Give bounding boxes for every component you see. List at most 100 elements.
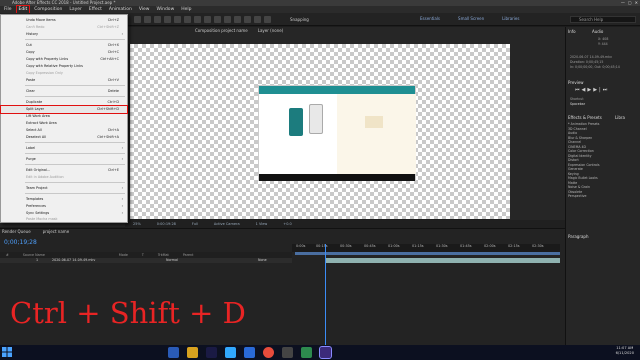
- menu-item-templates[interactable]: Templates ›: [1, 196, 127, 203]
- text-tool-icon[interactable]: [214, 16, 221, 23]
- workspace-small-screen[interactable]: Small Screen: [458, 16, 484, 21]
- menu-item-label: Paste Mocha mask: [26, 217, 58, 221]
- hand-tool-icon[interactable]: [144, 16, 151, 23]
- layer-index: 1: [36, 258, 39, 262]
- tab-render-queue[interactable]: Render Queue: [2, 229, 31, 234]
- exposure-value[interactable]: +0.0: [283, 222, 292, 226]
- menu-item-label-submenu[interactable]: Label ›: [1, 145, 127, 152]
- menu-item-undo[interactable]: Undo Move Items Ctrl+Z: [1, 17, 127, 24]
- app-icon[interactable]: [301, 347, 312, 358]
- camera-tool-icon[interactable]: [174, 16, 181, 23]
- tab-info[interactable]: Info: [568, 29, 576, 34]
- workspace-essentials[interactable]: Essentials: [420, 16, 440, 21]
- menu-item-edit-in-audition[interactable]: Edit in Adobe Audition: [1, 174, 127, 181]
- submenu-arrow-icon: ›: [121, 32, 123, 36]
- pen-tool-icon[interactable]: [204, 16, 211, 23]
- menu-window[interactable]: Window: [155, 6, 177, 13]
- workspace-libraries[interactable]: Libraries: [502, 16, 519, 21]
- file-explorer-icon[interactable]: [187, 347, 198, 358]
- selection-tool-icon[interactable]: [134, 16, 141, 23]
- menu-item-redo[interactable]: Can't Redo Ctrl+Shift+Z: [1, 24, 127, 31]
- system-clock[interactable]: 11:07 AM 6/11/2020: [616, 346, 634, 356]
- menu-item-duplicate[interactable]: Duplicate Ctrl+D: [1, 99, 127, 106]
- media-icon[interactable]: [282, 347, 293, 358]
- menu-item-split-layer[interactable]: Split Layer Ctrl+Shift+D: [0, 105, 128, 114]
- layer-row[interactable]: 1 2020-06-07 14-09-49.mkv Normal None: [0, 258, 292, 263]
- menu-item-copy-property-links[interactable]: Copy with Property Links Ctrl+Alt+C: [1, 56, 127, 63]
- layer-parent[interactable]: None: [258, 258, 267, 263]
- menu-file[interactable]: File: [2, 6, 14, 13]
- ie-icon[interactable]: [168, 347, 179, 358]
- website-card: [365, 116, 383, 128]
- tab-composition[interactable]: Composition project name: [195, 27, 248, 35]
- viewer-timecode[interactable]: 0:00:19:28: [157, 222, 176, 226]
- menu-item-copy[interactable]: Copy Ctrl+C: [1, 49, 127, 56]
- camera-select[interactable]: Active Camera: [214, 222, 240, 226]
- current-time-indicator[interactable]: [325, 244, 326, 352]
- menu-item-paste[interactable]: Paste Ctrl+V: [1, 77, 127, 84]
- menu-item-select-all[interactable]: Select All Ctrl+A: [1, 127, 127, 134]
- puppet-tool-icon[interactable]: [264, 16, 271, 23]
- menu-item-edit-original[interactable]: Edit Original... Ctrl+E: [1, 167, 127, 174]
- ruler-tick: 01:15s: [412, 244, 424, 248]
- workspace-tabs: Essentials Small Screen Libraries: [420, 16, 519, 21]
- layer-duration-bar[interactable]: [325, 258, 560, 263]
- menu-item-deselect-all[interactable]: Deselect All Ctrl+Shift+A: [1, 134, 127, 141]
- menu-item-label: Purge: [26, 157, 36, 161]
- menu-item-copy-relative-links[interactable]: Copy with Relative Property Links: [1, 63, 127, 70]
- ruler-tick: 02:00s: [484, 244, 496, 248]
- clone-tool-icon[interactable]: [234, 16, 241, 23]
- opera-icon[interactable]: [263, 347, 274, 358]
- layer-mode[interactable]: Normal: [166, 258, 178, 263]
- brush-tool-icon[interactable]: [224, 16, 231, 23]
- tab-project-comp[interactable]: project name: [43, 229, 70, 234]
- pan-behind-tool-icon[interactable]: [184, 16, 191, 23]
- menu-edit[interactable]: Edit: [15, 5, 31, 14]
- menu-animation[interactable]: Animation: [107, 6, 134, 13]
- effect-category[interactable]: Perspective: [568, 194, 638, 199]
- snapping-toggle[interactable]: Snapping: [290, 17, 309, 22]
- tab-audio[interactable]: Audio: [592, 29, 603, 34]
- menu-view[interactable]: View: [137, 6, 152, 13]
- menu-item-lift-work-area[interactable]: Lift Work Area: [1, 113, 127, 120]
- menu-layer[interactable]: Layer: [67, 6, 84, 13]
- photoshop-icon[interactable]: [225, 347, 236, 358]
- tab-libraries[interactable]: Libra: [615, 115, 625, 120]
- menu-item-clear[interactable]: Clear Delete: [1, 88, 127, 95]
- menu-composition[interactable]: Composition: [32, 6, 64, 13]
- menu-item-purge[interactable]: Purge ›: [1, 156, 127, 163]
- search-help-input[interactable]: Search Help: [570, 16, 636, 23]
- rotate-tool-icon[interactable]: [164, 16, 171, 23]
- word-icon[interactable]: [244, 347, 255, 358]
- menu-item-history[interactable]: History ›: [1, 31, 127, 38]
- playback-controls-icon[interactable]: ⏮◀▶▶|⏭: [575, 87, 609, 93]
- windows-start-icon[interactable]: [2, 347, 12, 357]
- eraser-tool-icon[interactable]: [244, 16, 251, 23]
- menu-item-copy-expression[interactable]: Copy Expression Only: [1, 70, 127, 77]
- zoom-select[interactable]: 25%: [133, 222, 141, 226]
- tab-layer[interactable]: Layer (none): [258, 27, 284, 35]
- layer-name[interactable]: 2020-06-07 14-09-49.mkv: [52, 258, 95, 263]
- menu-help[interactable]: Help: [179, 6, 193, 13]
- work-area-bar[interactable]: [295, 252, 560, 255]
- current-timecode[interactable]: 0;00;19;28: [4, 239, 37, 246]
- footage-layer-preview[interactable]: [258, 85, 416, 181]
- resolution-select[interactable]: Full: [192, 222, 198, 226]
- shape-tool-icon[interactable]: [194, 16, 201, 23]
- menu-item-paste-mocha-mask[interactable]: Paste Mocha mask: [1, 216, 127, 223]
- menu-item-cut[interactable]: Cut Ctrl+X: [1, 42, 127, 49]
- shortcut-select[interactable]: Spacebar: [570, 102, 585, 106]
- menu-item-extract-work-area[interactable]: Extract Work Area: [1, 120, 127, 127]
- after-effects-icon[interactable]: [319, 346, 332, 359]
- view-layout-select[interactable]: 1 View: [256, 222, 268, 226]
- info-x: X: 408: [598, 37, 609, 41]
- premiere-icon[interactable]: [206, 347, 217, 358]
- menu-effect[interactable]: Effect: [87, 6, 104, 13]
- menu-item-label: Undo Move Items: [26, 18, 56, 22]
- zoom-tool-icon[interactable]: [154, 16, 161, 23]
- menu-item-preferences[interactable]: Preferences ›: [1, 203, 127, 210]
- effects-presets-title[interactable]: Effects & Presets: [568, 115, 602, 120]
- roto-tool-icon[interactable]: [254, 16, 261, 23]
- menu-item-team-project[interactable]: Team Project ›: [1, 185, 127, 192]
- time-ruler[interactable]: 0:00s 00:15s 00:30s 00:45s 01:00s 01:15s…: [292, 244, 560, 252]
